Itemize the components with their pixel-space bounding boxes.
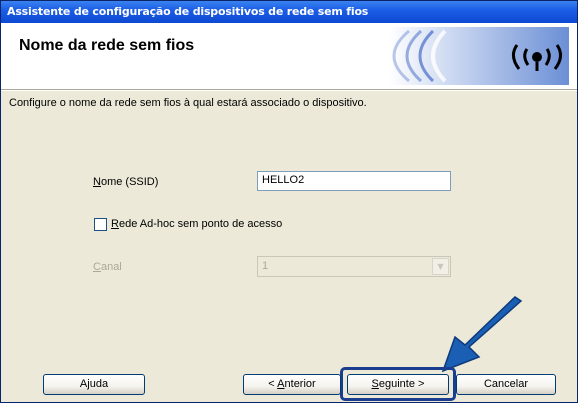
back-mnemonic: A	[277, 378, 285, 390]
title-bar[interactable]: Assistente de configuração de dispositiv…	[1, 1, 577, 23]
page-description: Configure o nome da rede sem fios à qual…	[9, 97, 367, 109]
channel-label-text: anal	[100, 261, 122, 273]
back-button[interactable]: < Anterior	[243, 374, 341, 395]
channel-label-mnemonic: C	[93, 261, 101, 273]
ssid-input[interactable]: HELLO2	[257, 171, 451, 191]
adhoc-checkbox[interactable]	[94, 218, 107, 231]
channel-value: 1	[262, 260, 269, 272]
ssid-label-text: ome (SSID)	[100, 176, 159, 188]
next-label: eguinte >	[378, 378, 425, 390]
chevron-down-icon: ▼	[432, 258, 449, 275]
page-title: Nome da rede sem fios	[19, 37, 195, 54]
ssid-label-mnemonic: N	[93, 176, 101, 188]
wireless-signal-icon	[389, 27, 569, 85]
next-mnemonic: S	[371, 378, 379, 390]
setup-wizard-window: Assistente de configuração de dispositiv…	[0, 0, 578, 403]
adhoc-label-text: ede Ad-hoc sem ponto de acesso	[118, 218, 283, 230]
adhoc-label-mnemonic: R	[111, 218, 119, 230]
wizard-header: Nome da rede sem fios	[1, 23, 577, 89]
next-button[interactable]: Seguinte >	[347, 374, 449, 395]
cancel-button[interactable]: Cancelar	[456, 374, 556, 395]
help-button[interactable]: Ajuda	[43, 374, 145, 395]
ssid-label: Nome (SSID)	[93, 176, 158, 188]
channel-label: Canal	[93, 261, 122, 273]
channel-select: 1 ▼	[257, 256, 451, 277]
back-label: nterior	[284, 378, 316, 390]
header-separator	[1, 89, 577, 91]
window-title: Assistente de configuração de dispositiv…	[7, 5, 369, 18]
adhoc-label[interactable]: Rede Ad-hoc sem ponto de acesso	[111, 218, 282, 230]
back-prefix: <	[268, 378, 278, 390]
ssid-value: HELLO2	[262, 174, 305, 186]
